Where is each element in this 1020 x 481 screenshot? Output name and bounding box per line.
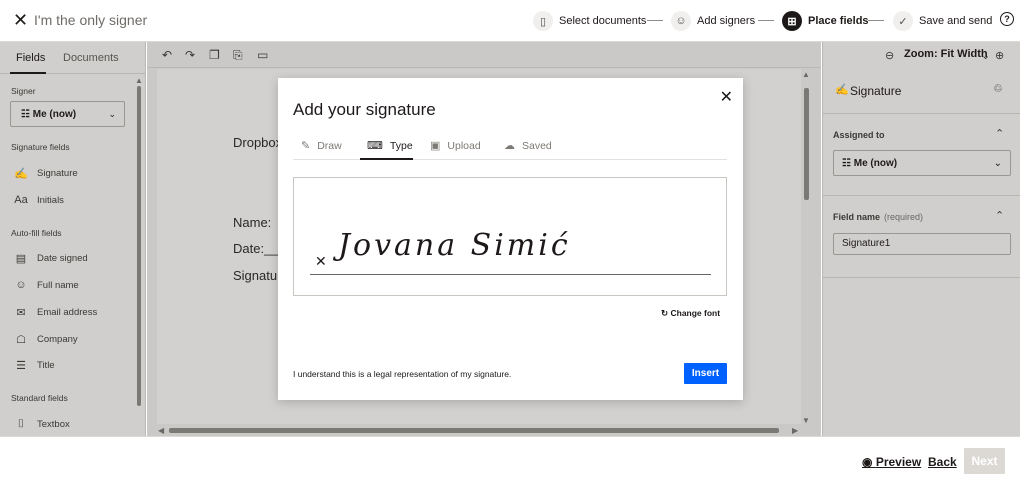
step-connector [647, 20, 663, 21]
bottom-bar: ◉ Preview Back Next [0, 436, 1020, 481]
close-icon[interactable]: ✕ [13, 11, 29, 29]
cloud-icon: ☁ [504, 140, 515, 152]
preview-button[interactable]: ◉ Preview [862, 455, 921, 469]
tab-label: Upload [447, 139, 481, 152]
step-label: Add signers [697, 15, 756, 27]
eye-icon: ◉ [862, 455, 876, 469]
tab-saved[interactable]: ☁ Saved [504, 139, 552, 153]
signature-method-tabs: ✎ Draw ⌨ Type ▣ Upload ☁ Saved [293, 135, 727, 160]
place-fields-icon: ⊞ [782, 11, 802, 31]
typed-signature[interactable]: Jovana Simić [338, 228, 571, 263]
tab-upload[interactable]: ▣ Upload [430, 139, 481, 153]
draw-icon: ✎ [301, 140, 311, 152]
change-font-button[interactable]: ↻ Change font [661, 308, 720, 319]
insert-button[interactable]: Insert [684, 363, 727, 384]
next-button[interactable]: Next [964, 448, 1005, 474]
tab-label: Draw [317, 139, 342, 152]
clear-signature-icon[interactable]: ✕ [315, 253, 327, 270]
add-signature-dialog: Add your signature ✕ ✎ Draw ⌨ Type ▣ Upload… [278, 78, 743, 400]
close-icon[interactable]: ✕ [720, 87, 733, 107]
signature-baseline [310, 274, 711, 275]
keyboard-icon: ⌨ [367, 140, 383, 152]
preview-label: Preview [875, 455, 922, 469]
step-add-signers[interactable]: ☺ Add signers [671, 10, 755, 32]
upload-icon: ▣ [430, 140, 441, 152]
step-label: Place fields [808, 15, 869, 27]
step-label: Select documents [559, 15, 647, 27]
step-connector [758, 20, 774, 21]
add-user-icon: ☺ [671, 11, 691, 31]
legal-notice: I understand this is a legal representat… [293, 369, 512, 379]
help-icon[interactable]: ? [1000, 12, 1014, 26]
signature-input-area[interactable]: ✕ Jovana Simić [293, 177, 727, 296]
step-label: Save and send [919, 15, 993, 27]
tab-type[interactable]: ⌨ Type [367, 139, 413, 153]
step-select-documents[interactable]: ▯ Select documents [533, 10, 646, 32]
tab-label: Saved [522, 139, 552, 152]
active-tab-indicator [360, 158, 413, 160]
tab-draw[interactable]: ✎ Draw [301, 139, 342, 153]
step-connector [868, 20, 884, 21]
top-bar: ✕ I'm the only signer ▯ Select documents… [0, 0, 1020, 42]
step-place-fields[interactable]: ⊞ Place fields [782, 10, 869, 32]
workflow-title: I'm the only signer [34, 12, 148, 28]
document-icon: ▯ [533, 11, 553, 31]
change-font-label: Change font [670, 308, 721, 318]
check-icon: ✓ [893, 11, 913, 31]
dialog-title: Add your signature [293, 100, 436, 119]
tab-label: Type [389, 139, 413, 152]
back-button[interactable]: Back [928, 455, 957, 469]
step-save-and-send[interactable]: ✓ Save and send [893, 10, 992, 32]
